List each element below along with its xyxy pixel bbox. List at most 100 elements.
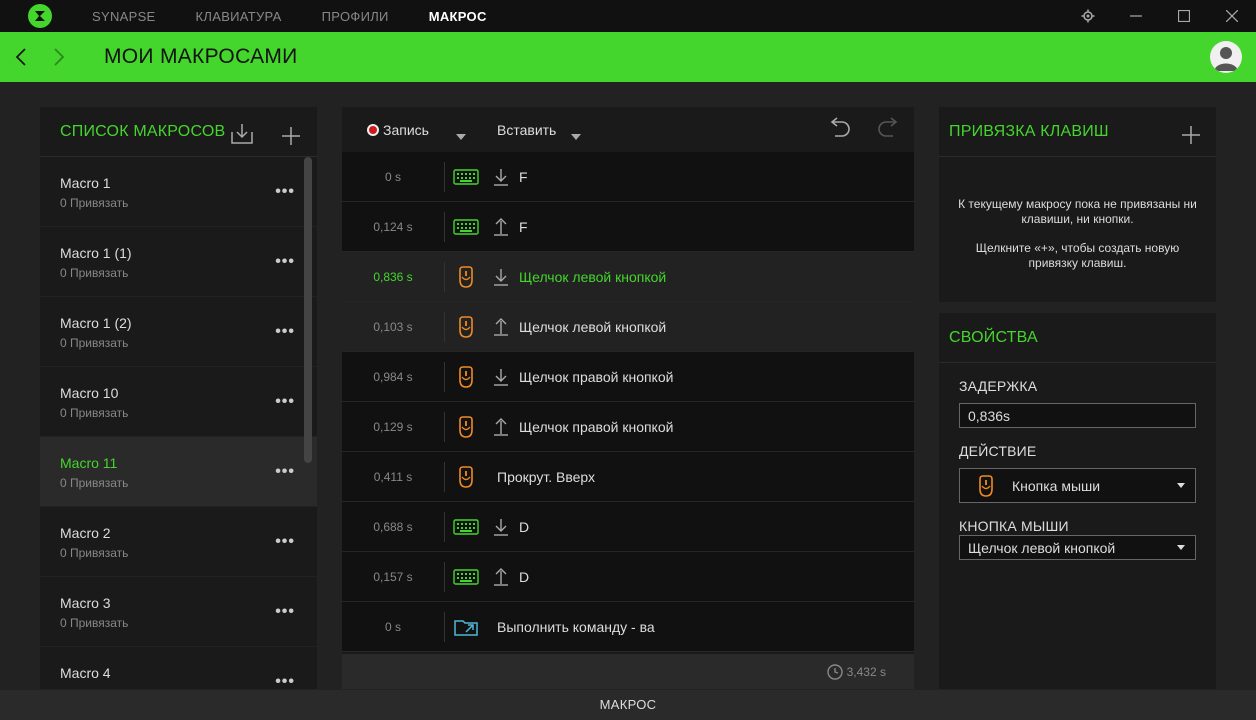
editor-toolbar: Запись Вставить	[342, 107, 914, 151]
keyboard-icon	[445, 168, 487, 185]
record-button[interactable]: Запись	[383, 122, 429, 138]
more-options-icon[interactable]: •••	[275, 183, 295, 201]
macro-step-row[interactable]: 0 s F	[342, 152, 914, 202]
keyboard-icon	[445, 568, 487, 585]
import-icon[interactable]	[231, 124, 253, 149]
macro-step-row[interactable]: 0,984 s Щелчок правой кнопкой	[342, 352, 914, 402]
more-options-icon[interactable]: •••	[275, 603, 295, 621]
more-options-icon[interactable]: •••	[275, 673, 295, 689]
user-avatar-icon[interactable]	[1210, 41, 1242, 73]
macro-name: Macro 3	[60, 595, 111, 611]
mouse-icon	[445, 465, 487, 488]
action-value: Кнопка мыши	[1012, 477, 1101, 494]
chevron-down-icon	[1177, 545, 1185, 550]
key-down-arrow-icon	[487, 168, 515, 186]
key-down-arrow-icon	[487, 518, 515, 536]
mouse-button-value: Щелчок левой кнопкой	[968, 539, 1116, 556]
tab-keyboard[interactable]: КЛАВИАТУРА	[196, 9, 282, 24]
delay-value: 0,836s	[968, 407, 1011, 424]
macro-list-scrollbar[interactable]	[304, 157, 312, 463]
key-up-arrow-icon	[487, 417, 515, 436]
tab-macro[interactable]: МАКРОС	[429, 9, 487, 24]
mouse-button-select[interactable]: Щелчок левой кнопкой	[959, 535, 1196, 560]
tab-profiles[interactable]: ПРОФИЛИ	[322, 9, 389, 24]
step-action: D	[519, 568, 530, 585]
undo-icon[interactable]	[827, 117, 851, 142]
macro-list-item[interactable]: Macro 1 0 Привязать •••	[40, 157, 317, 227]
top-nav-bar: SYNAPSE КЛАВИАТУРА ПРОФИЛИ МАКРОС	[0, 0, 1256, 32]
macro-name: Macro 4	[60, 665, 111, 681]
macro-list-item[interactable]: Macro 2 0 Привязать •••	[40, 507, 317, 577]
bindings-empty-text: К текущему макросу пока не привязаны ни …	[958, 197, 1197, 226]
insert-dropdown-caret-icon[interactable]	[571, 127, 581, 145]
step-action: Щелчок левой кнопкой	[519, 318, 667, 335]
step-delay: 0,411 s	[373, 469, 413, 484]
record-dropdown-caret-icon[interactable]	[456, 127, 466, 145]
page-header: МОИ МАКРОСАМИ	[0, 32, 1256, 82]
more-options-icon[interactable]: •••	[275, 393, 295, 411]
insert-button[interactable]: Вставить	[497, 122, 556, 138]
macro-step-row-selected[interactable]: 0,836 s Щелчок левой кнопкой	[342, 252, 914, 302]
macro-step-row[interactable]: 0,157 s D	[342, 552, 914, 602]
key-up-arrow-icon	[487, 317, 515, 336]
key-down-arrow-icon	[487, 368, 515, 386]
more-options-icon[interactable]: •••	[275, 323, 295, 341]
action-label: ДЕЙСТВИЕ	[959, 443, 1037, 459]
mouse-icon	[445, 315, 487, 338]
add-binding-icon[interactable]	[1182, 126, 1200, 149]
footer-label: МАКРОС	[599, 697, 657, 712]
key-down-arrow-icon	[487, 268, 515, 286]
minimize-icon[interactable]	[1112, 0, 1160, 32]
more-options-icon[interactable]: •••	[275, 463, 295, 481]
back-arrow-icon[interactable]	[6, 32, 36, 82]
add-macro-icon[interactable]	[282, 127, 300, 150]
mouse-icon	[445, 265, 487, 288]
tab-synapse[interactable]: SYNAPSE	[92, 9, 156, 24]
macro-editor-panel: Запись Вставить 0 s F 0,124 s F 0,836 s …	[342, 107, 914, 689]
footer-bar: МАКРОС	[0, 690, 1256, 720]
macro-step-row[interactable]: 0,129 s Щелчок правой кнопкой	[342, 402, 914, 452]
razer-logo-icon[interactable]	[28, 4, 52, 28]
more-options-icon[interactable]: •••	[275, 533, 295, 551]
macro-step-row[interactable]: 0,103 s Щелчок левой кнопкой	[342, 302, 914, 352]
key-bindings-panel: ПРИВЯЗКА КЛАВИШ К текущему макросу пока …	[939, 107, 1216, 302]
record-icon[interactable]	[367, 124, 379, 136]
more-options-icon[interactable]: •••	[275, 253, 295, 271]
properties-header: СВОЙСТВА	[939, 313, 1216, 363]
key-up-arrow-icon	[487, 567, 515, 586]
step-action: Щелчок правой кнопкой	[519, 418, 674, 435]
macro-list-item-selected[interactable]: Macro 11 0 Привязать •••	[40, 437, 317, 507]
macro-step-row[interactable]: 0,411 s Прокрут. Вверх	[342, 452, 914, 502]
delay-input[interactable]: 0,836s	[959, 403, 1196, 428]
properties-panel: СВОЙСТВА ЗАДЕРЖКА 0,836s ДЕЙСТВИЕ Кнопка…	[939, 313, 1216, 689]
step-delay: 0,124 s	[373, 219, 413, 234]
macro-step-row[interactable]: 0,124 s F	[342, 202, 914, 252]
total-duration: 3,432 s	[826, 664, 886, 680]
page-title: МОИ МАКРОСАМИ	[104, 45, 298, 68]
macro-binding-count: 0 Привязать	[60, 546, 129, 560]
step-delay: 0,688 s	[373, 519, 413, 534]
maximize-icon[interactable]	[1160, 0, 1208, 32]
macro-list-item[interactable]: Macro 10 0 Привязать •••	[40, 367, 317, 437]
macro-list-title: СПИСОК МАКРОСОВ	[60, 122, 226, 140]
delay-label: ЗАДЕРЖКА	[959, 378, 1038, 394]
properties-title: СВОЙСТВА	[949, 328, 1038, 346]
macro-list-item[interactable]: Macro 1 (2) 0 Привязать •••	[40, 297, 317, 367]
macro-list-item[interactable]: Macro 4 •••	[40, 647, 317, 689]
macro-step-row[interactable]: 0 s Выполнить команду - ва	[342, 602, 914, 652]
redo-icon[interactable]	[877, 117, 901, 142]
key-bindings-title: ПРИВЯЗКА КЛАВИШ	[949, 122, 1109, 140]
step-action: F	[519, 218, 528, 235]
action-select[interactable]: Кнопка мыши	[959, 468, 1196, 503]
step-action: Прокрут. Вверх	[497, 468, 596, 485]
step-action: D	[519, 518, 530, 535]
step-delay: 0 s	[384, 169, 401, 184]
chevron-down-icon	[1177, 483, 1185, 488]
forward-arrow-icon[interactable]	[44, 32, 74, 82]
settings-gear-icon[interactable]	[1064, 0, 1112, 32]
close-icon[interactable]	[1208, 0, 1256, 32]
macro-step-row[interactable]: 0,688 s D	[342, 502, 914, 552]
step-action: Выполнить команду - ва	[497, 618, 655, 635]
macro-list-item[interactable]: Macro 3 0 Привязать •••	[40, 577, 317, 647]
macro-list-item[interactable]: Macro 1 (1) 0 Привязать •••	[40, 227, 317, 297]
